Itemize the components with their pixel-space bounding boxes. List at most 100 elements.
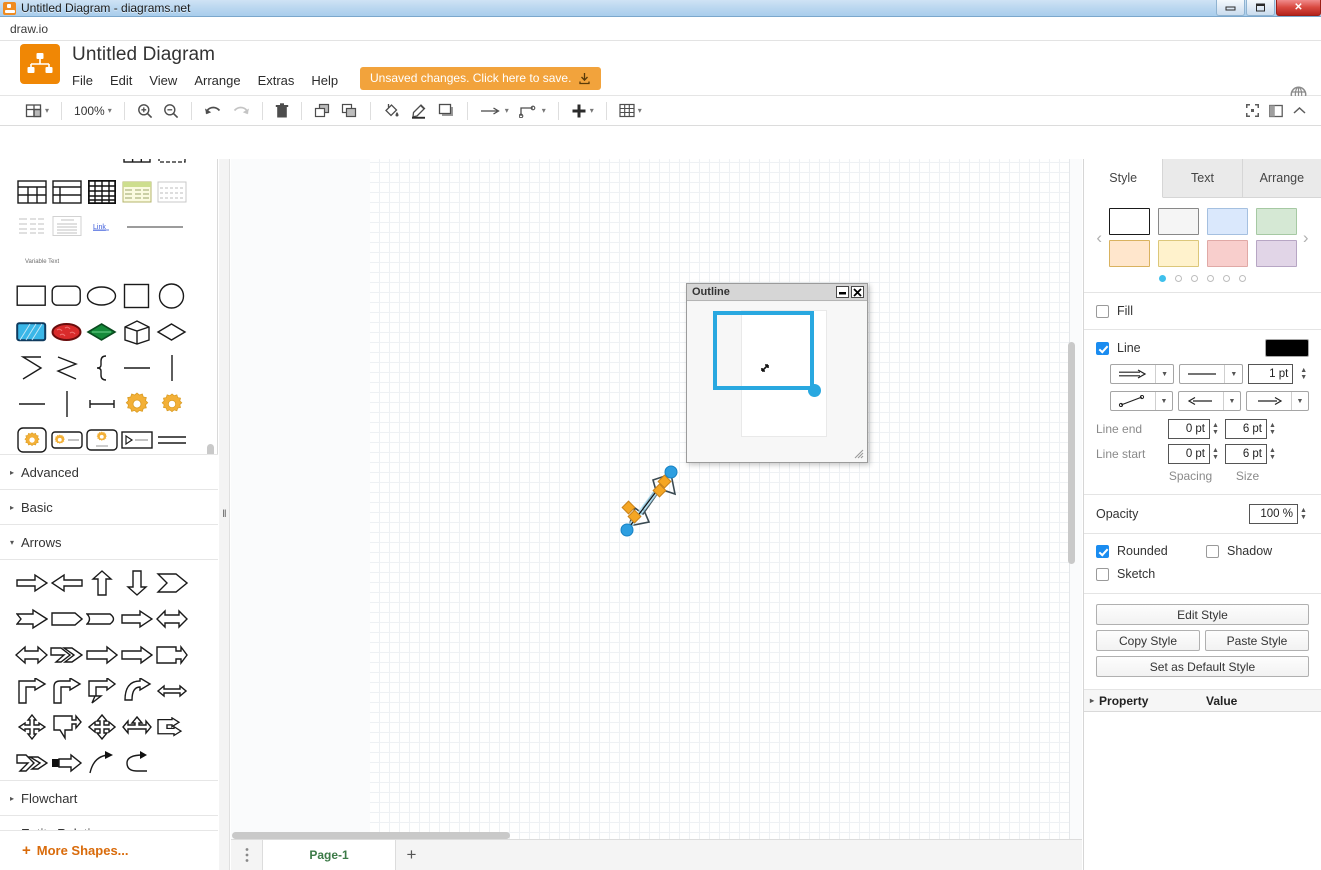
shape-item-rhombus[interactable] [154,315,189,349]
line-arrow-style-select[interactable]: ▼ [1110,364,1174,384]
shape-item-arrow-filled-tail[interactable] [49,746,84,780]
redo-button[interactable] [227,99,255,123]
chevron-down-icon[interactable]: ▼ [1155,392,1172,410]
shape-item-curly-brace[interactable] [84,351,119,385]
line-width-input[interactable]: 1 pt [1248,364,1293,384]
more-shapes-button[interactable]: + More Shapes... [0,830,218,870]
palette-dot[interactable] [1239,275,1246,282]
shape-item-arrow-open-right[interactable] [84,638,119,672]
send-to-back-button[interactable] [336,99,363,123]
shape-item-arrow-down-block[interactable] [119,566,154,600]
shape-item-arrow-bent-up-right[interactable] [14,674,49,708]
style-swatch[interactable] [1207,208,1248,235]
shape-item-arrow-flag-right[interactable] [49,710,84,744]
shape-item-gear-card[interactable] [84,423,119,457]
chevron-right-icon[interactable]: › [1303,228,1310,248]
close-button[interactable]: ✕ [1276,0,1321,16]
line-color-swatch[interactable] [1265,339,1309,357]
shape-item-gear-label-box[interactable] [49,423,84,457]
fill-checkbox[interactable] [1096,305,1109,318]
shape-item-cloud-red[interactable] [49,315,84,349]
delete-button[interactable] [270,99,294,123]
menu-view[interactable]: View [149,71,188,90]
menu-edit[interactable]: Edit [110,71,143,90]
line-end-size-input[interactable]: 6 pt [1225,419,1267,439]
shape-item-arrow-curved-right[interactable] [119,674,154,708]
page-title[interactable]: Untitled Diagram [72,44,215,66]
line-start-size-stepper[interactable]: ▲▼ [1267,444,1278,464]
shape-item-arrow-right-block[interactable] [14,566,49,600]
sidebar-section-flowchart[interactable]: ▸ Flowchart [0,780,218,815]
chevron-down-icon[interactable]: ▼ [1291,392,1308,410]
shape-item-gear-large[interactable] [119,387,154,421]
outline-viewport-rect[interactable] [713,311,814,390]
style-swatch[interactable] [1256,240,1297,267]
shape-item-arrow-up-block[interactable] [84,566,119,600]
shape-item-gear-small[interactable] [154,387,189,421]
sketch-checkbox[interactable] [1096,568,1109,581]
shadow-checkbox[interactable] [1206,545,1219,558]
format-panel-icon[interactable] [1269,104,1283,118]
shape-item-gear-boxed[interactable] [14,423,49,457]
chevron-left-icon[interactable]: ‹ [1096,228,1103,248]
connection-style-button[interactable]: ▾ [475,99,514,123]
shape-item-ellipse[interactable] [84,279,119,313]
shape-item-horizontal-line-label[interactable] [119,209,191,243]
menu-extras[interactable]: Extras [258,71,306,90]
arrow-shape-selected[interactable] [613,464,693,540]
connector-style-select[interactable]: ▼ [1110,391,1173,411]
style-swatch[interactable] [1109,208,1150,235]
line-style-select[interactable]: ▼ [1179,364,1243,384]
shape-item-arrow-rounded-right[interactable] [84,602,119,636]
canvas-page-area[interactable] [370,159,1070,854]
palette-dot[interactable] [1159,275,1166,282]
shape-item-table-grid[interactable] [14,175,49,209]
shape-item-arrow-tapered-right[interactable] [49,602,84,636]
rounded-checkbox[interactable] [1096,545,1109,558]
view-layout-button[interactable]: ▾ [20,99,54,123]
shape-item-zigzag-s[interactable] [14,351,49,385]
outline-preview[interactable] [687,302,867,462]
shape-item-zigzag-v[interactable] [49,351,84,385]
outline-resize-handle[interactable] [808,384,821,397]
shape-item-vertical-line[interactable] [154,351,189,385]
shape-item-arrow-stepped-right[interactable] [154,710,189,744]
style-swatch[interactable] [1158,208,1199,235]
zoom-out-button[interactable] [158,99,184,123]
menu-help[interactable]: Help [311,71,349,90]
shape-item[interactable] [154,159,189,173]
shape-item-arrow-double-chevron[interactable] [49,638,84,672]
style-swatch[interactable] [1109,240,1150,267]
shape-item-cube[interactable] [119,315,154,349]
shape-item-arrow-right-thin[interactable] [119,602,154,636]
chevron-down-icon[interactable]: ▼ [1224,365,1242,383]
tab-style[interactable]: Style [1084,159,1163,198]
palette-dot[interactable] [1223,275,1230,282]
page-menu-icon[interactable] [231,840,262,870]
shape-item-arrow-left-block[interactable] [49,566,84,600]
canvas-horizontal-scrollbar[interactable] [232,832,510,839]
shape-item-vertical-divider[interactable] [49,387,84,421]
add-page-button[interactable]: + [396,840,427,870]
tab-text[interactable]: Text [1163,159,1242,197]
shape-item-square[interactable] [119,279,154,313]
shape-item-arrow-bent-down-right[interactable] [84,674,119,708]
zoom-level-button[interactable]: 100% ▾ [69,99,117,123]
fullscreen-icon[interactable] [1245,103,1260,118]
shape-item-table-light-dashed[interactable] [14,209,49,243]
shape-item-arrow-three-way[interactable] [119,710,154,744]
page-tab-page-1[interactable]: Page-1 [262,840,396,870]
shape-item-circle[interactable] [154,279,189,313]
sidebar-section-basic[interactable]: ▸ Basic [0,489,218,524]
edit-style-button[interactable]: Edit Style [1096,604,1309,625]
shape-item-list-lines[interactable] [49,209,84,243]
outline-close-button[interactable] [851,286,864,298]
shape-item-arrow-double-wide[interactable] [14,638,49,672]
line-end-arrow-select[interactable]: ▼ [1246,391,1309,411]
outline-titlebar[interactable]: Outline [687,284,867,301]
sidebar-section-arrows[interactable]: ▾ Arrows [0,524,218,559]
shape-item-rounded-rectangle[interactable] [49,279,84,313]
copy-style-button[interactable]: Copy Style [1096,630,1200,651]
set-default-style-button[interactable]: Set as Default Style [1096,656,1309,677]
fill-color-button[interactable] [378,99,405,123]
